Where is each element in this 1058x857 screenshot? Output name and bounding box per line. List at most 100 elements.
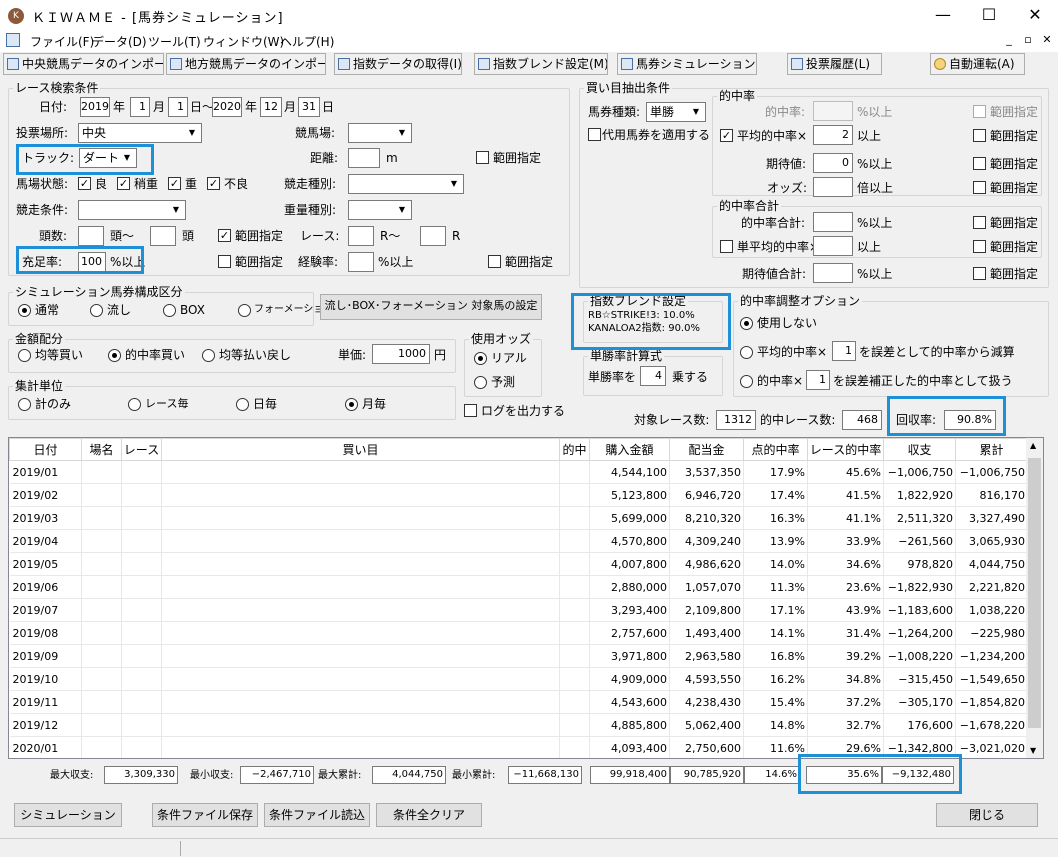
vote-history-button[interactable]: 投票履歴(L) (787, 53, 882, 75)
scroll-up-icon[interactable]: ▲ (1030, 441, 1036, 450)
race-to-input[interactable] (420, 226, 446, 246)
menu-window[interactable]: ウィンドウ(W) (203, 33, 284, 50)
mdi-close-button[interactable]: ✕ (1038, 33, 1056, 49)
race-type-select[interactable]: ▼ (348, 174, 464, 194)
table-row[interactable]: 2019/11 4,543,600 4,238,430 15.4% 37.2% −305,… (9, 690, 1028, 714)
amount-hitrate-radio[interactable] (108, 349, 121, 362)
agg-total-radio[interactable] (18, 398, 31, 411)
unit-price-input[interactable]: 1000 (372, 344, 430, 364)
column-header[interactable]: 点的中率 (743, 438, 808, 461)
ground-slightly-heavy-checkbox[interactable]: ✓ (117, 177, 130, 190)
adjust-correct-radio[interactable] (740, 375, 753, 388)
weight-select[interactable]: ▼ (348, 200, 412, 220)
scroll-thumb[interactable] (1028, 458, 1041, 728)
maximize-button[interactable]: ☐ (966, 0, 1012, 30)
experience-range-checkbox[interactable] (488, 255, 501, 268)
ticket-type-select[interactable]: 単勝 ▼ (646, 102, 706, 122)
agg-month-radio[interactable] (345, 398, 358, 411)
menu-help[interactable]: ヘルプ(H) (280, 33, 334, 50)
odds-range-checkbox[interactable] (973, 181, 986, 194)
distance-range-checkbox[interactable] (476, 151, 489, 164)
column-header[interactable]: 買い目 (161, 438, 560, 461)
table-row[interactable]: 2019/04 4,570,800 4,309,240 13.9% 33.9% −261,… (9, 529, 1028, 553)
mdi-minimize-button[interactable]: _ (1000, 33, 1018, 49)
column-header[interactable]: 累計 (955, 438, 1028, 461)
table-row[interactable]: 2019/06 2,880,000 1,057,070 11.3% 23.6% −1,82… (9, 575, 1028, 599)
experience-input[interactable] (348, 252, 374, 272)
import-central-button[interactable]: 中央競馬データのインポート(J) (3, 53, 164, 75)
amount-equal-payout-radio[interactable] (202, 349, 215, 362)
hit-total-range-checkbox[interactable] (973, 216, 986, 229)
column-header[interactable]: 配当金 (669, 438, 744, 461)
auto-run-button[interactable]: 自動運転(A) (930, 53, 1025, 75)
single-avg-range-checkbox[interactable] (973, 240, 986, 253)
hit-rate-range-checkbox[interactable] (973, 105, 986, 118)
to-month-input[interactable]: 12 (260, 97, 282, 117)
heads-range-checkbox[interactable]: ✓ (218, 229, 231, 242)
odds-forecast-radio[interactable] (474, 376, 487, 389)
race-from-input[interactable] (348, 226, 374, 246)
avg-hit-checkbox[interactable]: ✓ (720, 129, 733, 142)
agg-day-radio[interactable] (236, 398, 249, 411)
adjust-subtract-input[interactable]: 1 (832, 341, 856, 361)
column-header[interactable]: 日付 (9, 438, 82, 461)
clear-conditions-button[interactable]: 条件全クリア (376, 803, 482, 827)
index-blend-button[interactable]: 指数ブレンド設定(M) (474, 53, 608, 75)
table-row[interactable]: 2019/08 2,757,600 1,493,400 14.1% 31.4% −1,26… (9, 621, 1028, 645)
column-header[interactable]: 的中 (559, 438, 590, 461)
close-window-button[interactable]: ✕ (1012, 0, 1058, 30)
minimize-button[interactable]: — (920, 0, 966, 30)
adjust-correct-input[interactable]: 1 (806, 370, 830, 390)
sim-box-radio[interactable] (163, 304, 176, 317)
table-row[interactable]: 2019/03 5,699,000 8,210,320 16.3% 41.1% 2,511… (9, 506, 1028, 530)
mdi-restore-button[interactable]: ▫ (1019, 33, 1037, 49)
condition-select[interactable]: ▼ (78, 200, 186, 220)
ground-bad-checkbox[interactable]: ✓ (207, 177, 220, 190)
column-header[interactable]: 購入金額 (589, 438, 670, 461)
fill-range-checkbox[interactable] (218, 255, 231, 268)
scroll-down-icon[interactable]: ▼ (1030, 746, 1036, 755)
column-header[interactable]: 場名 (81, 438, 122, 461)
odds-real-radio[interactable] (474, 352, 487, 365)
odds-input[interactable] (813, 177, 853, 197)
to-year-input[interactable]: 2020 (212, 97, 242, 117)
table-row[interactable]: 2019/12 4,885,800 5,062,400 14.8% 32.7% 176,6… (9, 713, 1028, 737)
venue-select[interactable]: 中央 ▼ (78, 123, 202, 143)
table-row[interactable]: 2019/09 3,971,800 2,963,580 16.8% 39.2% −1,00… (9, 644, 1028, 668)
distance-input[interactable] (348, 148, 380, 168)
proxy-ticket-checkbox[interactable] (588, 128, 601, 141)
ticket-simulation-button[interactable]: 馬券シミュレーション(B) (617, 53, 757, 75)
expected-total-input[interactable] (813, 263, 853, 283)
heads-from-input[interactable] (78, 226, 104, 246)
column-header[interactable]: レース的中率 (807, 438, 884, 461)
to-day-input[interactable]: 31 (298, 97, 320, 117)
save-conditions-button[interactable]: 条件ファイル保存 (152, 803, 258, 827)
avg-hit-input[interactable]: 2 (813, 125, 853, 145)
vertical-scrollbar[interactable]: ▲ ▼ (1026, 438, 1043, 758)
agg-race-radio[interactable] (128, 398, 141, 411)
close-button[interactable]: 閉じる (936, 803, 1038, 827)
ground-good-checkbox[interactable]: ✓ (78, 177, 91, 190)
sim-formation-radio[interactable] (238, 304, 251, 317)
column-header[interactable]: レース (121, 438, 162, 461)
sim-nagashi-radio[interactable] (90, 304, 103, 317)
target-horse-settings-button[interactable]: 流し･BOX･フォーメーション 対象馬の設定 (320, 294, 542, 320)
amount-equal-radio[interactable] (18, 349, 31, 362)
avg-hit-range-checkbox[interactable] (973, 129, 986, 142)
formula-power-input[interactable]: 4 (640, 366, 666, 386)
fetch-index-button[interactable]: 指数データの取得(I) (334, 53, 462, 75)
hit-total-input[interactable] (813, 212, 853, 232)
results-grid[interactable]: 日付 場名 レース 買い目 的中 購入金額 配当金 点的中率 レース的中率 収支 累計 2019/0… (8, 437, 1044, 759)
menu-file[interactable]: ファイル(F) (30, 33, 94, 50)
menu-tools[interactable]: ツール(T) (148, 33, 201, 50)
heads-to-input[interactable] (150, 226, 176, 246)
from-year-input[interactable]: 2019 (80, 97, 110, 117)
table-row[interactable]: 2019/07 3,293,400 2,109,800 17.1% 43.9% −1,18… (9, 598, 1028, 622)
single-avg-checkbox[interactable] (720, 240, 733, 253)
hit-rate-input[interactable] (813, 101, 853, 121)
expected-value-input[interactable]: 0 (813, 153, 853, 173)
log-output-checkbox[interactable] (464, 404, 477, 417)
table-row[interactable]: 2019/01 4,544,100 3,537,350 17.9% 45.6% −1,00… (9, 460, 1028, 484)
column-header[interactable]: 収支 (883, 438, 956, 461)
simulate-button[interactable]: シミュレーション (14, 803, 122, 827)
